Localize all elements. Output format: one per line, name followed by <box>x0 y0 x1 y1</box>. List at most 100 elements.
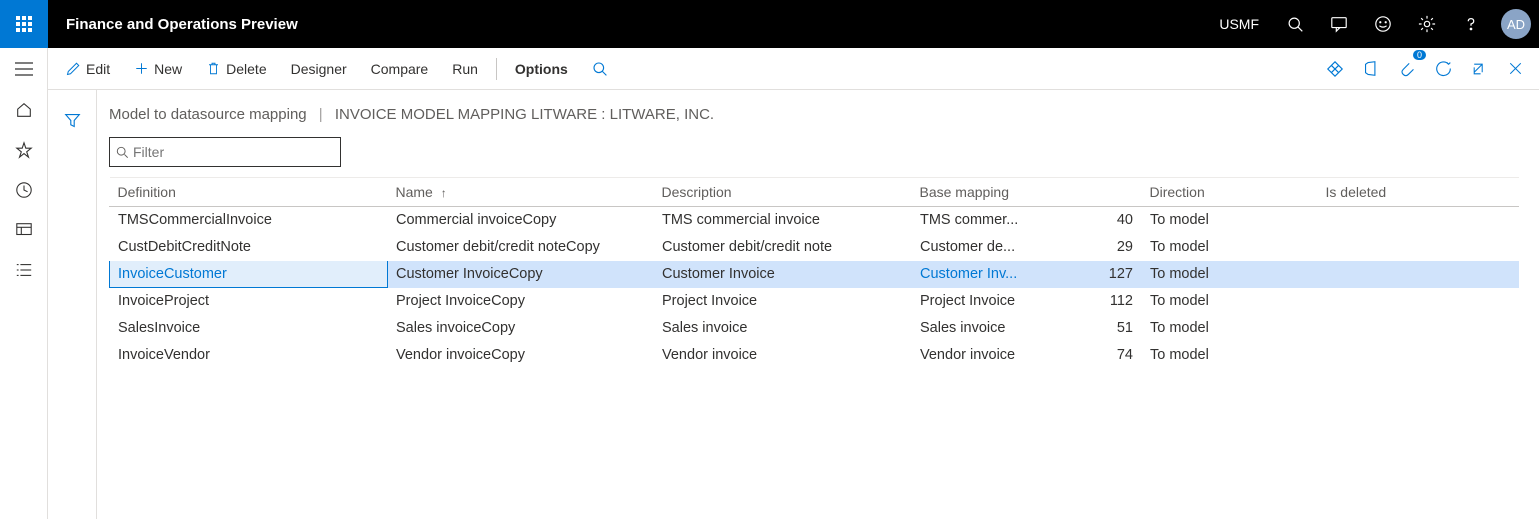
cell-is-deleted[interactable] <box>1318 234 1519 261</box>
filter-input[interactable] <box>133 144 334 160</box>
table-row[interactable]: CustDebitCreditNoteCustomer debit/credit… <box>110 234 1519 261</box>
cell-direction[interactable]: To model <box>1142 342 1318 369</box>
cell-name[interactable]: Vendor invoiceCopy <box>388 342 654 369</box>
cell-direction[interactable]: To model <box>1142 261 1318 288</box>
cell-description[interactable]: Customer debit/credit note <box>654 234 912 261</box>
compare-button[interactable]: Compare <box>361 57 439 81</box>
app-launcher-button[interactable] <box>0 0 48 48</box>
cell-name[interactable]: Project InvoiceCopy <box>388 288 654 315</box>
feedback-button[interactable] <box>1361 0 1405 48</box>
user-avatar[interactable]: AD <box>1501 9 1531 39</box>
new-label: New <box>154 61 182 77</box>
nav-workspaces[interactable] <box>0 210 48 250</box>
cell-is-deleted[interactable] <box>1318 342 1519 369</box>
modules-icon <box>15 261 33 279</box>
cell-definition[interactable]: InvoiceProject <box>110 288 388 315</box>
cell-number[interactable]: 74 <box>1032 342 1142 369</box>
clock-icon <box>15 181 33 199</box>
nav-favorites[interactable] <box>0 130 48 170</box>
cell-is-deleted[interactable] <box>1318 207 1519 234</box>
col-description[interactable]: Description <box>654 178 912 207</box>
settings-button[interactable] <box>1405 0 1449 48</box>
filter-pane-button[interactable] <box>48 100 96 140</box>
options-button[interactable]: Options <box>505 57 578 81</box>
run-button[interactable]: Run <box>442 57 488 81</box>
breadcrumb-sep: | <box>319 106 323 123</box>
company-selector[interactable]: USMF <box>1205 16 1273 32</box>
cell-base-mapping[interactable]: Project Invoice <box>912 288 1032 315</box>
cell-number[interactable]: 112 <box>1032 288 1142 315</box>
cell-name[interactable]: Commercial invoiceCopy <box>388 207 654 234</box>
cell-is-deleted[interactable] <box>1318 315 1519 342</box>
nav-recent[interactable] <box>0 170 48 210</box>
col-base-mapping[interactable]: Base mapping <box>912 178 1032 207</box>
action-bar: Edit New Delete Designer Compare Run Opt… <box>48 48 1539 90</box>
cell-is-deleted[interactable] <box>1318 261 1519 288</box>
compare-label: Compare <box>371 61 429 77</box>
cell-description[interactable]: Sales invoice <box>654 315 912 342</box>
messages-button[interactable] <box>1317 0 1361 48</box>
delete-button[interactable]: Delete <box>196 57 276 81</box>
edit-button[interactable]: Edit <box>56 57 120 81</box>
help-button[interactable] <box>1449 0 1493 48</box>
hamburger-icon <box>15 62 33 76</box>
cell-base-mapping[interactable]: TMS commer... <box>912 207 1032 234</box>
cell-number[interactable]: 127 <box>1032 261 1142 288</box>
col-name[interactable]: Name ↑ <box>388 178 654 207</box>
nav-modules[interactable] <box>0 250 48 290</box>
designer-button[interactable]: Designer <box>281 57 357 81</box>
search-button[interactable] <box>1273 0 1317 48</box>
cell-direction[interactable]: To model <box>1142 288 1318 315</box>
sort-asc-icon: ↑ <box>441 186 447 200</box>
refresh-button[interactable] <box>1427 53 1459 85</box>
cell-description[interactable]: Customer Invoice <box>654 261 912 288</box>
designer-label: Designer <box>291 61 347 77</box>
nav-home[interactable] <box>0 90 48 130</box>
cell-name[interactable]: Sales invoiceCopy <box>388 315 654 342</box>
cell-number[interactable]: 51 <box>1032 315 1142 342</box>
trash-icon <box>206 61 221 76</box>
cell-name[interactable]: Customer InvoiceCopy <box>388 261 654 288</box>
cell-definition[interactable]: InvoiceCustomer <box>110 261 388 288</box>
cell-number[interactable]: 40 <box>1032 207 1142 234</box>
diamond-button[interactable] <box>1319 53 1351 85</box>
cell-definition[interactable]: InvoiceVendor <box>110 342 388 369</box>
cell-direction[interactable]: To model <box>1142 234 1318 261</box>
cell-base-mapping[interactable]: Vendor invoice <box>912 342 1032 369</box>
cell-base-mapping[interactable]: Sales invoice <box>912 315 1032 342</box>
col-direction[interactable]: Direction <box>1142 178 1318 207</box>
search-action-button[interactable] <box>582 57 618 81</box>
cell-description[interactable]: Project Invoice <box>654 288 912 315</box>
table-row[interactable]: InvoiceVendorVendor invoiceCopyVendor in… <box>110 342 1519 369</box>
cell-description[interactable]: TMS commercial invoice <box>654 207 912 234</box>
close-button[interactable] <box>1499 53 1531 85</box>
table-row[interactable]: InvoiceProjectProject InvoiceCopyProject… <box>110 288 1519 315</box>
waffle-icon <box>16 16 32 32</box>
top-right-controls: USMF AD <box>1205 0 1539 48</box>
hamburger-button[interactable] <box>0 48 48 90</box>
cell-name[interactable]: Customer debit/credit noteCopy <box>388 234 654 261</box>
cell-description[interactable]: Vendor invoice <box>654 342 912 369</box>
col-definition[interactable]: Definition <box>110 178 388 207</box>
attachment-button[interactable]: 0 <box>1391 53 1423 85</box>
cell-definition[interactable]: TMSCommercialInvoice <box>110 207 388 234</box>
office-button[interactable] <box>1355 53 1387 85</box>
new-button[interactable]: New <box>124 57 192 81</box>
cell-number[interactable]: 29 <box>1032 234 1142 261</box>
table-row[interactable]: SalesInvoiceSales invoiceCopySales invoi… <box>110 315 1519 342</box>
col-number[interactable] <box>1032 178 1142 207</box>
cell-direction[interactable]: To model <box>1142 207 1318 234</box>
popout-button[interactable] <box>1463 53 1495 85</box>
cell-base-mapping[interactable]: Customer de... <box>912 234 1032 261</box>
cell-base-mapping[interactable]: Customer Inv... <box>912 261 1032 288</box>
cell-direction[interactable]: To model <box>1142 315 1318 342</box>
cell-is-deleted[interactable] <box>1318 288 1519 315</box>
separator <box>496 58 497 80</box>
filter-box[interactable] <box>109 137 341 167</box>
cell-definition[interactable]: SalesInvoice <box>110 315 388 342</box>
cell-definition[interactable]: CustDebitCreditNote <box>110 234 388 261</box>
col-is-deleted[interactable]: Is deleted <box>1318 178 1519 207</box>
table-row[interactable]: InvoiceCustomerCustomer InvoiceCopyCusto… <box>110 261 1519 288</box>
table-row[interactable]: TMSCommercialInvoiceCommercial invoiceCo… <box>110 207 1519 234</box>
filter-search-icon <box>116 146 129 159</box>
